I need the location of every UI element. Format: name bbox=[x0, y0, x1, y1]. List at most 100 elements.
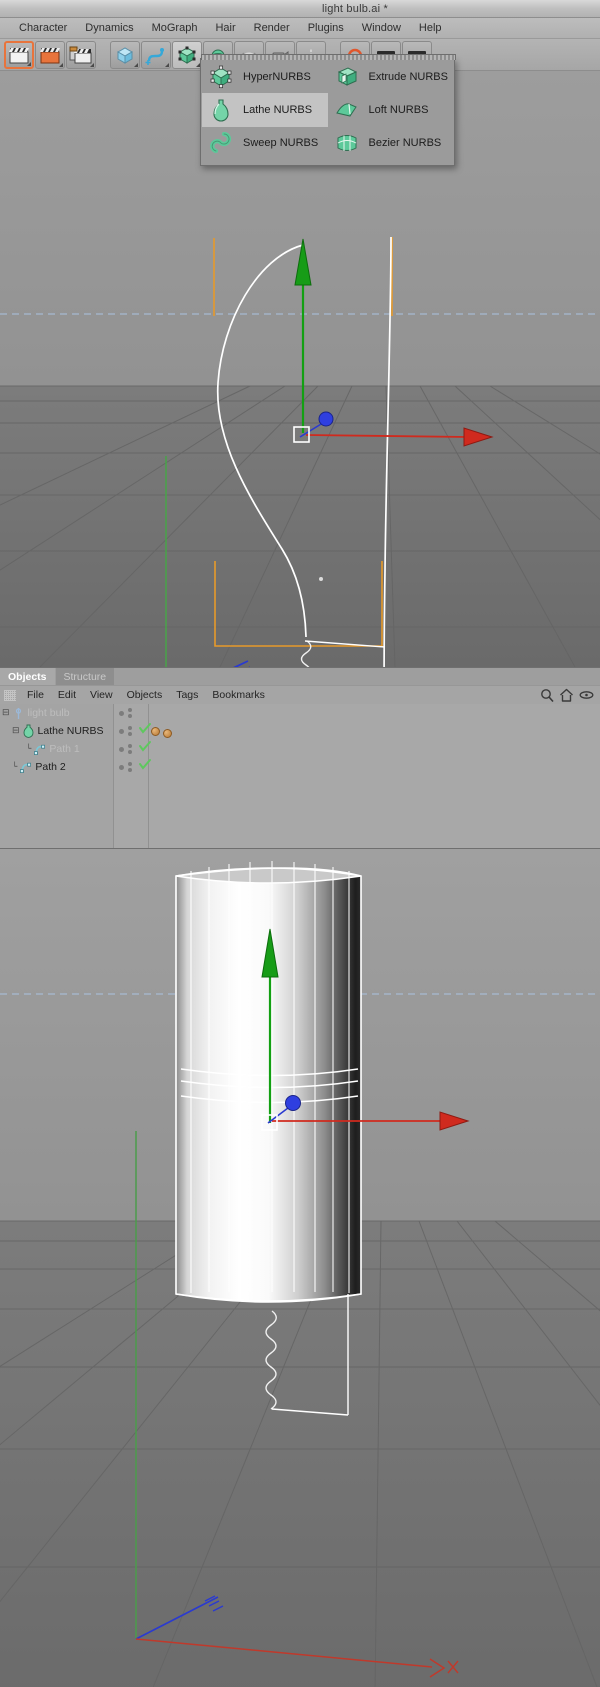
nurbs-palette-popup: HyperNURBS Extrude NURBS Lathe NURBS Lof… bbox=[200, 54, 456, 166]
extrude-nurbs-icon bbox=[337, 67, 357, 86]
palette-item-loft-nurbs[interactable]: Loft NURBS bbox=[328, 93, 454, 126]
render-visibility-dots[interactable] bbox=[128, 726, 132, 736]
editor-visibility-dot[interactable] bbox=[119, 710, 124, 716]
expander-minus-icon[interactable]: ⊟ bbox=[2, 708, 10, 718]
om-menu-objects[interactable]: Objects bbox=[120, 688, 170, 702]
tab-objects[interactable]: Objects bbox=[0, 668, 55, 685]
lathe-nurbs-vase-icon bbox=[23, 724, 33, 738]
menu-render[interactable]: Render bbox=[245, 21, 299, 35]
om-menu-bookmarks[interactable]: Bookmarks bbox=[205, 688, 272, 702]
object-tags-column[interactable] bbox=[149, 704, 600, 848]
table-row[interactable]: └ Path 2 bbox=[0, 758, 113, 776]
visibility-toggle-row[interactable] bbox=[114, 704, 148, 722]
hypernurbs-cube-icon bbox=[210, 65, 232, 88]
object-name: light bulb bbox=[27, 707, 70, 719]
palette-item-bezier-nurbs[interactable]: Bezier NURBS bbox=[328, 127, 454, 160]
undo-button[interactable] bbox=[4, 40, 34, 69]
toolbar-corner-marker bbox=[59, 62, 63, 67]
tree-branch-glyph: └ bbox=[12, 762, 18, 772]
enabled-check-icons bbox=[139, 723, 151, 770]
editor-visibility-dot[interactable] bbox=[119, 746, 124, 752]
tag-row bbox=[149, 704, 600, 722]
render-region-button[interactable] bbox=[66, 40, 96, 69]
om-menu-tags[interactable]: Tags bbox=[169, 688, 205, 702]
spline-curve-icon bbox=[145, 47, 164, 65]
window-titlebar: light bulb.ai * bbox=[0, 0, 600, 18]
sweep-nurbs-icon bbox=[210, 132, 232, 154]
menu-help[interactable]: Help bbox=[410, 21, 451, 35]
palette-item-label: HyperNURBS bbox=[243, 70, 311, 83]
eye-icon[interactable] bbox=[579, 689, 594, 701]
null-object-icon bbox=[15, 707, 21, 719]
palette-item-hypernurbs[interactable]: HyperNURBS bbox=[202, 60, 328, 93]
menu-mograph[interactable]: MoGraph bbox=[143, 21, 207, 35]
om-menu-file[interactable]: File bbox=[20, 688, 51, 702]
spline-button[interactable] bbox=[141, 40, 171, 69]
object-manager-panel: Objects Structure File Edit View Objects… bbox=[0, 667, 600, 849]
object-tree[interactable]: ⊟ light bulb ⊟ Lathe NURBS └ Path 1 └ Pa… bbox=[0, 704, 114, 848]
toolbar-corner-marker bbox=[134, 62, 138, 67]
blue-cube-icon bbox=[116, 46, 134, 64]
table-row[interactable]: ⊟ light bulb bbox=[0, 704, 113, 722]
object-manager-header-icons bbox=[540, 688, 594, 702]
editor-visibility-dot[interactable] bbox=[119, 764, 124, 770]
menu-window[interactable]: Window bbox=[353, 21, 410, 35]
tab-structure[interactable]: Structure bbox=[55, 668, 115, 685]
lathe-nurbs-vase-icon bbox=[213, 99, 229, 122]
palette-item-label: Extrude NURBS bbox=[368, 70, 448, 83]
om-menu-view[interactable]: View bbox=[83, 688, 120, 702]
tag-row bbox=[149, 758, 600, 776]
object-manager-body: ⊟ light bulb ⊟ Lathe NURBS └ Path 1 └ Pa… bbox=[0, 704, 600, 848]
menu-dynamics[interactable]: Dynamics bbox=[76, 21, 142, 35]
table-row[interactable]: ⊟ Lathe NURBS bbox=[0, 722, 113, 740]
loft-nurbs-icon bbox=[335, 103, 357, 117]
cinema4d-window: light bulb.ai * Character Dynamics MoGra… bbox=[0, 0, 600, 1687]
perspective-viewport-bottom[interactable] bbox=[0, 849, 600, 1687]
tag-row bbox=[149, 740, 600, 758]
home-icon[interactable] bbox=[559, 688, 574, 702]
tag-row[interactable] bbox=[149, 722, 600, 740]
panel-grip-handle[interactable] bbox=[4, 689, 16, 701]
menu-plugins[interactable]: Plugins bbox=[299, 21, 353, 35]
toolbar-corner-marker bbox=[165, 62, 169, 67]
object-name: Path 1 bbox=[49, 743, 80, 755]
primitive-cube-button[interactable] bbox=[110, 40, 140, 69]
green-nurbs-cube-icon bbox=[178, 46, 196, 64]
viewport-bottom-scene bbox=[0, 849, 600, 1687]
object-manager-menubar: File Edit View Objects Tags Bookmarks bbox=[0, 685, 600, 704]
bezier-nurbs-icon bbox=[337, 135, 356, 152]
spline-path-icon bbox=[34, 744, 46, 755]
toolbar-corner-marker bbox=[90, 62, 94, 67]
palette-item-lathe-nurbs[interactable]: Lathe NURBS bbox=[202, 93, 328, 127]
redo-button[interactable] bbox=[35, 40, 65, 69]
expander-minus-icon[interactable]: ⊟ bbox=[12, 726, 20, 736]
object-manager-tabs: Objects Structure bbox=[0, 668, 600, 685]
spline-path-icon bbox=[20, 762, 32, 773]
palette-item-label: Bezier NURBS bbox=[368, 137, 442, 150]
object-name: Lathe NURBS bbox=[37, 725, 104, 737]
material-tag-icon[interactable] bbox=[151, 726, 160, 736]
palette-item-label: Lathe NURBS bbox=[243, 103, 313, 116]
toolbar-corner-marker bbox=[27, 61, 31, 66]
palette-item-label: Sweep NURBS bbox=[243, 137, 319, 150]
editor-visibility-dot[interactable] bbox=[119, 728, 124, 734]
table-row[interactable]: └ Path 1 bbox=[0, 740, 113, 758]
clapperboard-orange-icon bbox=[40, 47, 60, 63]
menu-hair[interactable]: Hair bbox=[206, 21, 244, 35]
search-icon[interactable] bbox=[540, 688, 554, 702]
object-name: Path 2 bbox=[35, 761, 66, 773]
nurbs-button[interactable] bbox=[172, 40, 202, 69]
material-tag-icon[interactable] bbox=[163, 729, 172, 738]
render-visibility-dots[interactable] bbox=[128, 708, 132, 718]
palette-item-label: Loft NURBS bbox=[368, 103, 429, 116]
palette-item-sweep-nurbs[interactable]: Sweep NURBS bbox=[202, 127, 328, 160]
document-title: light bulb.ai * bbox=[322, 2, 388, 15]
tree-branch-glyph: └ bbox=[26, 744, 32, 754]
om-menu-edit[interactable]: Edit bbox=[51, 688, 83, 702]
palette-item-extrude-nurbs[interactable]: Extrude NURBS bbox=[328, 60, 454, 93]
main-menubar: Character Dynamics MoGraph Hair Render P… bbox=[0, 18, 600, 39]
toolbar-group-playback bbox=[4, 40, 96, 69]
render-visibility-dots[interactable] bbox=[128, 744, 132, 754]
menu-character[interactable]: Character bbox=[10, 21, 76, 35]
render-visibility-dots[interactable] bbox=[128, 762, 132, 772]
